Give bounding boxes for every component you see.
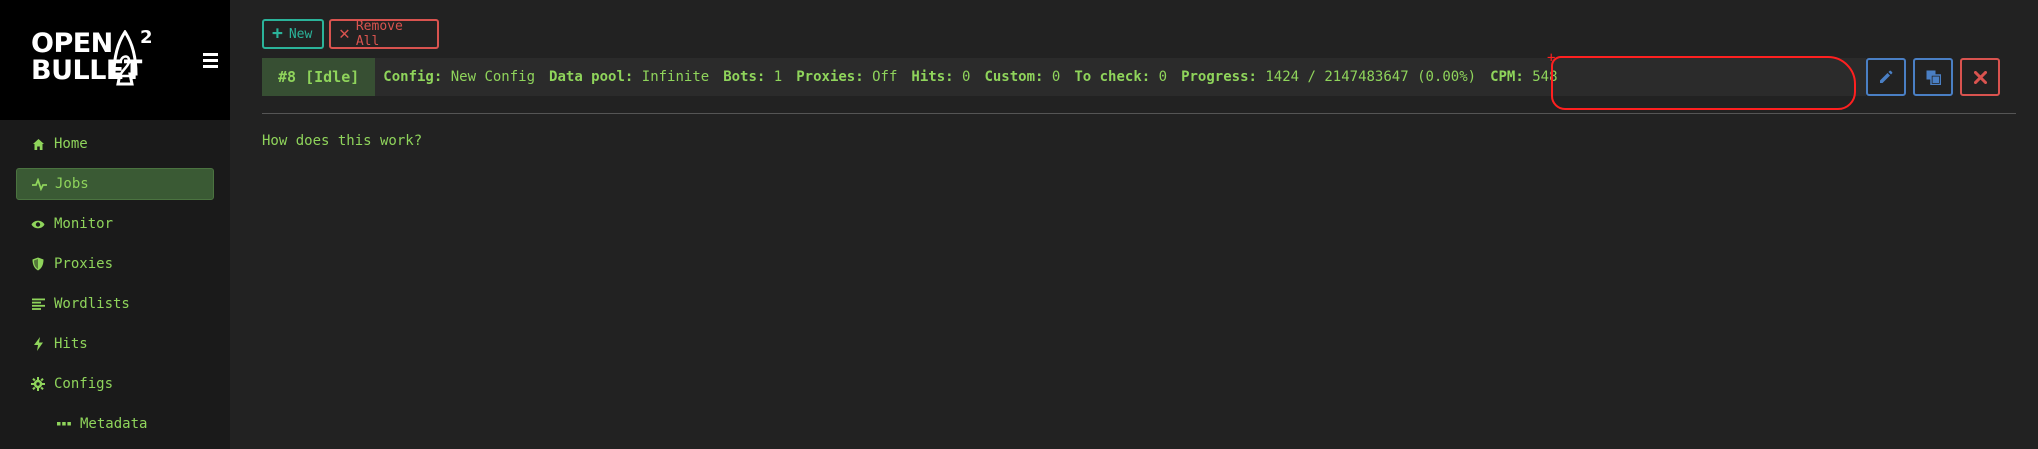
new-job-button[interactable]: + New bbox=[262, 19, 324, 49]
annotation-highlight bbox=[1551, 56, 1856, 110]
sidebar-item-hits[interactable]: Hits bbox=[16, 328, 214, 360]
plus-icon: + bbox=[272, 23, 283, 44]
clone-job-button[interactable] bbox=[1913, 58, 1953, 96]
sidebar-item-home[interactable]: Home bbox=[16, 128, 214, 160]
eye-icon bbox=[30, 216, 46, 232]
sidebar-item-label: Wordlists bbox=[54, 296, 130, 312]
sidebar-item-label: Monitor bbox=[54, 216, 114, 232]
job-cpm: CPM: 548 bbox=[1490, 69, 1558, 85]
menu-toggle-icon[interactable] bbox=[203, 53, 218, 71]
pencil-icon bbox=[1880, 70, 1893, 83]
sidebar-item-label: Jobs bbox=[55, 176, 89, 192]
help-link[interactable]: How does this work? bbox=[262, 133, 422, 149]
list-icon bbox=[30, 296, 46, 312]
clone-icon bbox=[1926, 70, 1941, 85]
brand-version: 2 bbox=[140, 27, 153, 48]
remove-all-button[interactable]: ✕ Remove All bbox=[329, 19, 439, 49]
divider bbox=[262, 113, 2016, 114]
bullet-logo-icon bbox=[112, 30, 138, 86]
sidebar-item-wordlists[interactable]: Wordlists bbox=[16, 288, 214, 320]
sidebar-item-configs[interactable]: Configs bbox=[16, 368, 214, 400]
shield-icon bbox=[30, 256, 46, 272]
job-id-badge: #8 [Idle] bbox=[262, 58, 376, 96]
job-bots: Bots: 1 bbox=[723, 69, 783, 85]
close-icon: ✕ bbox=[339, 23, 350, 44]
home-icon bbox=[30, 136, 46, 152]
remove-job-button[interactable] bbox=[1960, 58, 2000, 96]
sidebar-item-label: Configs bbox=[54, 376, 114, 392]
job-custom: Custom: 0 bbox=[984, 69, 1061, 85]
job-config: Config: New Config bbox=[383, 69, 536, 85]
sidebar-item-metadata[interactable]: Metadata bbox=[16, 408, 214, 440]
sidebar: OPEN BULLET 2 Home Jobs Monitor Proxies … bbox=[0, 0, 230, 449]
brand-header: OPEN BULLET 2 bbox=[0, 0, 230, 120]
job-proxies: Proxies: Off bbox=[796, 69, 898, 85]
job-datapool: Data pool: Infinite bbox=[549, 69, 710, 85]
close-icon bbox=[1973, 70, 1987, 84]
sidebar-item-label: Home bbox=[54, 136, 88, 152]
job-fields: Config: New Config Data pool: Infinite B… bbox=[375, 69, 1571, 85]
sidebar-item-label: Proxies bbox=[54, 256, 114, 272]
edit-job-button[interactable] bbox=[1866, 58, 1906, 96]
pulse-icon bbox=[31, 176, 47, 192]
gear-icon bbox=[30, 376, 46, 392]
dots-icon bbox=[56, 416, 72, 432]
new-job-label: New bbox=[288, 26, 313, 42]
remove-all-label: Remove All bbox=[355, 19, 403, 49]
sidebar-nav: Home Jobs Monitor Proxies Wordlists Hits… bbox=[16, 128, 214, 448]
sidebar-item-label: Hits bbox=[54, 336, 88, 352]
sidebar-item-proxies[interactable]: Proxies bbox=[16, 248, 214, 280]
bolt-icon bbox=[30, 336, 46, 352]
job-progress: Progress: 1424 / 2147483647 (0.00%) bbox=[1181, 69, 1477, 85]
sidebar-item-label: Metadata bbox=[80, 416, 148, 432]
job-tocheck: To check: 0 bbox=[1074, 69, 1168, 85]
sidebar-item-monitor[interactable]: Monitor bbox=[16, 208, 214, 240]
sidebar-item-jobs[interactable]: Jobs bbox=[16, 168, 214, 200]
job-hits: Hits: 0 bbox=[911, 69, 971, 85]
